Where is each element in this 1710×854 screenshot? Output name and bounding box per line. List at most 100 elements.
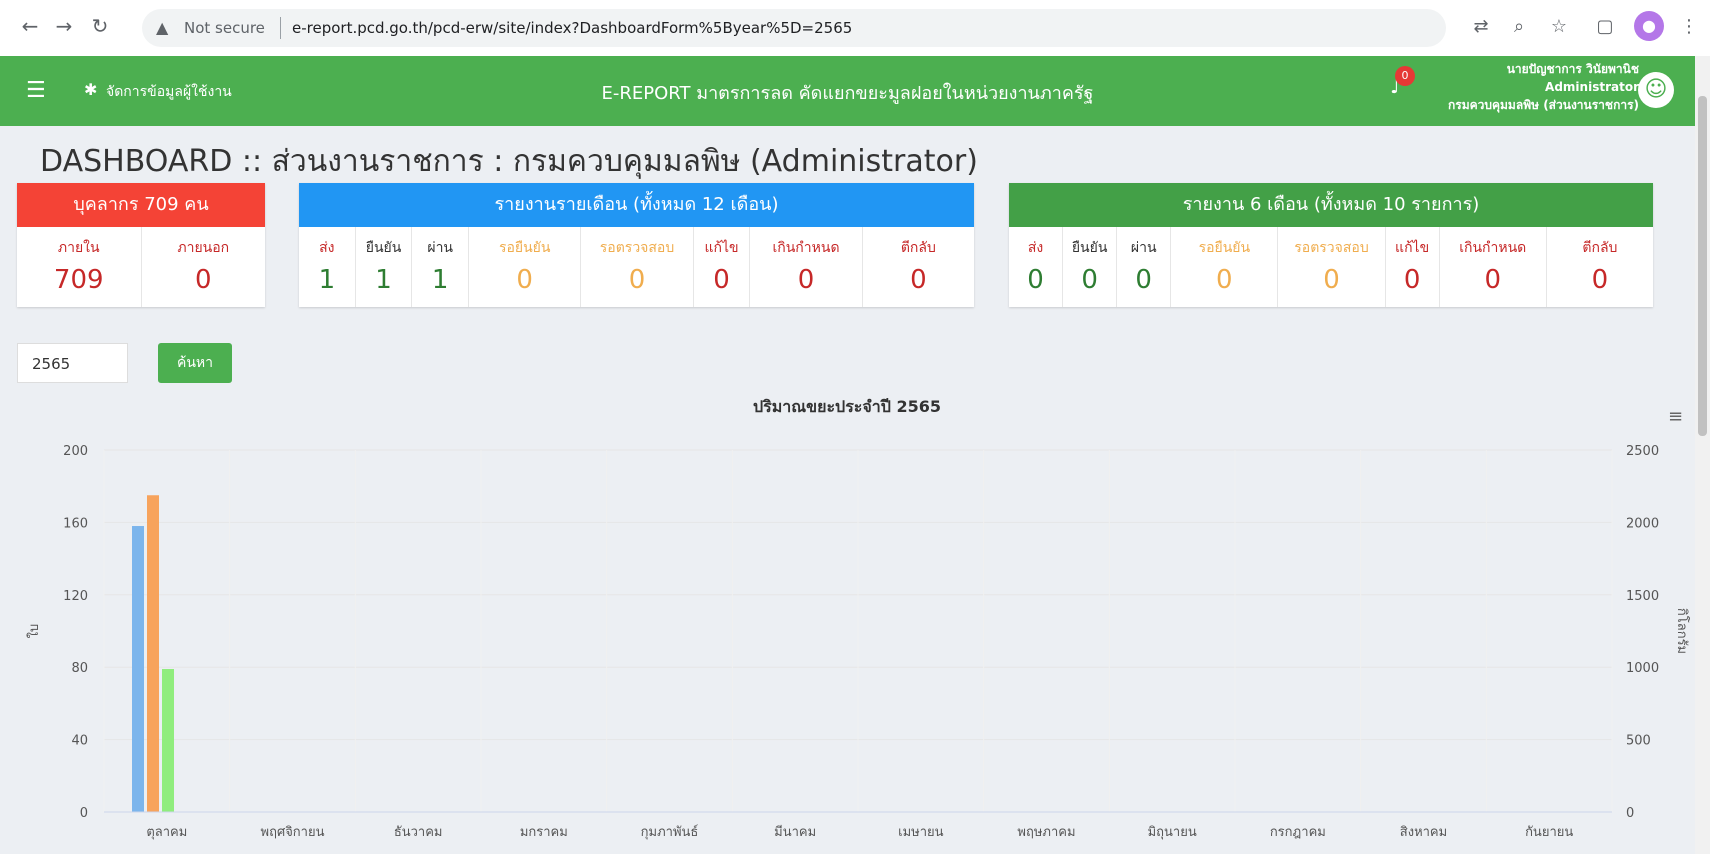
translate-icon[interactable]: ⇄ [1468,14,1494,40]
stat-label: ยืนยัน [1071,240,1108,256]
stat-label: แก้ไข [1395,240,1430,256]
stat-label: ยืนยัน [365,240,402,256]
stat-value: 0 [1135,265,1152,295]
notification-badge[interactable]: 0 [1395,66,1415,86]
x-tick-label: ตุลาคม [146,825,187,840]
user-info[interactable]: นายปัญชาการ วินัยพานิช Administrator กรม… [1448,60,1639,114]
browser-toolbar: ← → ↻ ▲ Not secure e-report.pcd.go.th/pc… [0,0,1710,57]
x-tick-label: ธันวาคม [394,825,443,840]
x-tick-label: กรกฎาคม [1270,825,1326,840]
reload-icon[interactable]: ↻ [88,14,112,38]
six-month-edit: แก้ไข 0 [1386,227,1440,307]
stat-value: 1 [375,265,392,295]
six-month-sent: ส่ง 0 [1009,227,1064,307]
y-tick-label: 120 [63,589,88,604]
monthly-overdue: เกินกำหนด 0 [750,227,863,307]
x-tick-label: สิงหาคม [1400,825,1447,840]
stat-value: 0 [1027,265,1044,295]
sidepanel-icon[interactable]: ▢ [1592,14,1618,40]
monthly-confirmed: ยืนยัน 1 [356,227,413,307]
y2-tick-label: 2500 [1626,444,1659,459]
stat-label: รอยืนยัน [498,240,551,256]
stat-label: ภายนอก [177,240,230,256]
stat-value: 0 [628,265,646,295]
personnel-card-title: บุคลากร 709 คน [17,183,265,227]
stat-label: ตีกลับ [900,240,936,256]
year-input[interactable]: 2565 [17,343,128,383]
six-month-overdue: เกินกำหนด 0 [1440,227,1547,307]
stat-label: ส่ง [1027,240,1044,256]
personnel-internal: ภายใน 709 [17,227,142,307]
bar [132,526,144,812]
y2-tick-label: 1000 [1626,661,1659,676]
security-label: Not secure [184,19,265,37]
stat-value: 0 [194,265,212,295]
warning-icon: ▲ [156,18,169,37]
x-tick-label: มิถุนายน [1148,825,1197,840]
y2-tick-label: 0 [1626,806,1634,821]
monthly-report-card: รายงานรายเดือน (ทั้งหมด 12 เดือน) ส่ง 1 ย… [299,183,974,307]
page-scrollbar[interactable] [1695,56,1710,854]
six-month-confirmed: ยืนยัน 0 [1063,227,1118,307]
y2-tick-label: 500 [1626,734,1651,749]
url-text[interactable]: e-report.pcd.go.th/pcd-erw/site/index?Da… [292,19,852,37]
address-bar[interactable]: ▲ Not secure e-report.pcd.go.th/pcd-erw/… [142,9,1446,47]
menu-kebab-icon[interactable]: ⋮ [1676,14,1702,40]
stat-value: 0 [1216,265,1233,295]
personnel-external: ภายนอก 0 [142,227,266,307]
stat-value: 0 [1484,265,1502,295]
stat-label: รอยืนยัน [1198,240,1251,256]
stat-label: แก้ไข [704,240,739,256]
forward-icon[interactable]: → [52,14,76,38]
stat-value: 0 [713,265,730,295]
star-icon[interactable]: ☆ [1546,14,1572,40]
stat-label: เกินกำหนด [1459,240,1527,256]
user-avatar-icon[interactable]: ☺ [1638,72,1674,108]
monthly-report-title: รายงานรายเดือน (ทั้งหมด 12 เดือน) [299,183,974,227]
app-title: E-REPORT มาตรการลด คัดแยกขยะมูลฝอยในหน่ว… [601,83,1094,104]
y-tick-label: 200 [63,444,88,459]
y-tick-label: 0 [80,806,88,821]
y-axis-label: ใบ [26,624,42,639]
stat-label: ตีกลับ [1582,240,1618,256]
stat-value: 0 [1591,265,1609,295]
stat-value: 0 [910,265,927,295]
profile-avatar-icon[interactable]: ● [1634,11,1664,41]
y2-axis-label: กิโลกรัม [1674,608,1690,654]
zoom-icon[interactable]: ⌕ [1506,14,1532,40]
six-month-report-title: รายงาน 6 เดือน (ทั้งหมด 10 รายการ) [1009,183,1653,227]
stat-value: 0 [1323,265,1340,295]
monthly-edit: แก้ไข 0 [694,227,751,307]
search-button[interactable]: ค้นหา [158,343,232,383]
stat-label: ผ่าน [1130,240,1157,256]
back-icon[interactable]: ← [18,14,42,38]
six-month-awaiting-review: รอตรวจสอบ 0 [1278,227,1386,307]
chart-title: ปริมาณขยะประจำปี 2565 [753,397,941,416]
divider [280,17,281,39]
stat-value: 0 [516,265,533,295]
user-role: Administrator [1545,80,1639,94]
app-header: ☰ ✱ จัดการข้อมูลผู้ใช้งาน E-REPORT มาตรก… [0,56,1695,126]
user-name: นายปัญชาการ วินัยพานิช [1506,62,1639,76]
stat-label: ภายใน [57,240,100,256]
x-tick-label: กันยายน [1525,825,1573,840]
stat-label: เกินกำหนด [772,240,840,256]
monthly-passed: ผ่าน 1 [412,227,470,307]
x-tick-label: พฤศจิกายน [261,825,325,840]
six-month-awaiting-confirm: รอยืนยัน 0 [1171,227,1279,307]
y2-tick-label: 2000 [1626,516,1659,531]
scrollbar-thumb[interactable] [1698,96,1707,436]
stat-value: 0 [797,265,815,295]
stat-value: 1 [318,265,336,295]
six-month-passed: ผ่าน 0 [1117,227,1172,307]
x-tick-label: กุมภาพันธ์ [641,824,699,840]
monthly-awaiting-review: รอตรวจสอบ 0 [581,227,694,307]
y-tick-label: 80 [71,661,88,676]
stat-label: รอตรวจสอบ [599,240,675,256]
stat-label: ส่ง [319,240,335,256]
stat-label: รอตรวจสอบ [1294,240,1369,256]
page-title: DASHBOARD :: ส่วนงานราชการ : กรมควบคุมมล… [40,144,978,179]
stat-value: 709 [53,265,104,295]
monthly-awaiting-confirm: รอยืนยัน 0 [469,227,582,307]
x-tick-label: มกราคม [520,825,568,840]
